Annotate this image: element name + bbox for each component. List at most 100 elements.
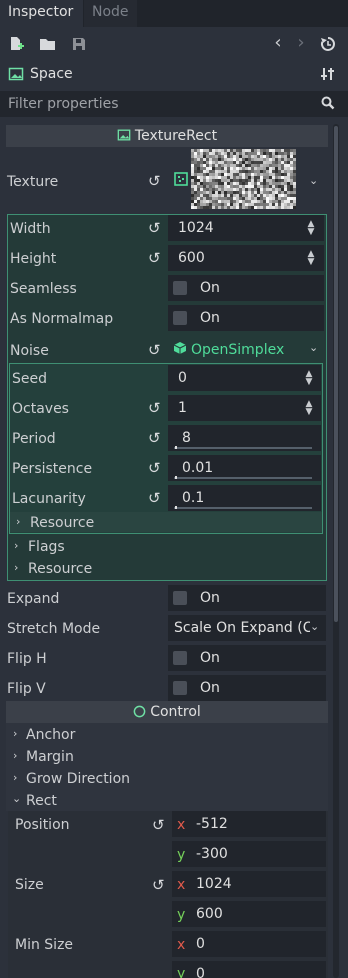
revert-persistence-icon[interactable]: ↺ bbox=[148, 459, 161, 477]
texture-label: Texture bbox=[7, 174, 59, 190]
octaves-spinbox[interactable]: 1 bbox=[168, 395, 321, 421]
octaves-value: 1 bbox=[178, 400, 187, 416]
period-slider-grabber[interactable] bbox=[175, 446, 177, 449]
object-history-icon[interactable] bbox=[320, 36, 340, 52]
revert-texture-icon[interactable]: ↺ bbox=[148, 172, 161, 190]
node-tools-icon[interactable] bbox=[320, 66, 336, 86]
node-name: Space bbox=[30, 66, 73, 82]
position-label: Position bbox=[15, 817, 70, 833]
period-value: 8 bbox=[182, 430, 191, 446]
seamless-value: On bbox=[200, 280, 220, 296]
margin-expand-icon[interactable]: › bbox=[13, 749, 17, 762]
flip-v-check-icon[interactable] bbox=[173, 681, 187, 695]
expand-checkbox[interactable]: On bbox=[168, 585, 326, 611]
lacunarity-slider-track[interactable] bbox=[174, 507, 312, 509]
inspector-scrollbar-thumb[interactable] bbox=[334, 126, 338, 622]
width-stepper-icon[interactable]: ▲ ▼ bbox=[305, 220, 317, 237]
margin-group[interactable]: Margin bbox=[26, 748, 74, 766]
octaves-label: Octaves bbox=[12, 401, 69, 417]
seamless-check-icon[interactable] bbox=[173, 281, 187, 295]
flip-h-check-icon[interactable] bbox=[173, 651, 187, 665]
stretch-mode-dropdown[interactable]: Scale On Expand (C bbox=[168, 615, 326, 641]
rect-group[interactable]: Rect bbox=[26, 792, 57, 810]
min-size-label: Min Size bbox=[15, 937, 74, 953]
grow-direction-group[interactable]: Grow Direction bbox=[26, 770, 130, 788]
min-size-x-field[interactable]: 0 bbox=[172, 931, 326, 957]
seed-spinbox[interactable]: 0 bbox=[168, 365, 321, 391]
size-x-field[interactable]: 1024 bbox=[172, 871, 326, 897]
history-back-icon[interactable]: ‹ bbox=[268, 34, 288, 52]
revert-height-icon[interactable]: ↺ bbox=[148, 249, 161, 267]
node-type-icon bbox=[8, 66, 24, 86]
save-icon[interactable] bbox=[71, 36, 91, 52]
persistence-slider-grabber[interactable] bbox=[175, 476, 177, 479]
noise-texture-icon bbox=[174, 172, 188, 190]
as-normalmap-check-icon[interactable] bbox=[173, 311, 187, 325]
tab-inspector[interactable]: Inspector bbox=[0, 0, 83, 27]
anchor-expand-icon[interactable]: › bbox=[13, 727, 17, 740]
persistence-value: 0.01 bbox=[182, 460, 214, 476]
section-texturerect[interactable]: TextureRect bbox=[6, 125, 328, 147]
section-control[interactable]: Control bbox=[6, 701, 328, 723]
rect-collapse-icon[interactable]: ⌄ bbox=[12, 792, 21, 805]
height-spinbox[interactable]: 600 bbox=[168, 245, 324, 271]
noise-resource-value[interactable]: OpenSimplex bbox=[191, 341, 284, 359]
flags-group[interactable]: Flags bbox=[28, 538, 65, 556]
flip-v-checkbox[interactable]: On bbox=[168, 675, 326, 701]
tab-node[interactable]: Node bbox=[84, 0, 137, 27]
size-x-value: 1024 bbox=[196, 876, 232, 892]
stretch-mode-value: Scale On Expand (C bbox=[174, 620, 313, 636]
revert-octaves-icon[interactable]: ↺ bbox=[148, 399, 161, 417]
size-y-field[interactable]: 600 bbox=[172, 901, 326, 927]
expand-check-icon[interactable] bbox=[173, 591, 187, 605]
revert-position-icon[interactable]: ↺ bbox=[152, 816, 165, 834]
revert-width-icon[interactable]: ↺ bbox=[148, 219, 161, 237]
revert-size-icon[interactable]: ↺ bbox=[152, 876, 165, 894]
search-icon bbox=[321, 96, 335, 114]
anchor-group[interactable]: Anchor bbox=[26, 726, 75, 744]
filter-properties-bar bbox=[0, 91, 348, 117]
revert-noise-icon[interactable]: ↺ bbox=[148, 341, 161, 359]
seed-stepper-icon[interactable]: ▲ ▼ bbox=[303, 370, 315, 387]
position-y-axis-label: y bbox=[177, 847, 186, 863]
noise-resource-expand-icon[interactable]: › bbox=[16, 515, 20, 528]
lacunarity-label: Lacunarity bbox=[12, 491, 86, 507]
resource-group[interactable]: Resource bbox=[28, 560, 92, 578]
position-y-field[interactable]: -300 bbox=[172, 841, 326, 867]
height-stepper-icon[interactable]: ▲ ▼ bbox=[305, 250, 317, 267]
min-size-y-axis-label: y bbox=[177, 966, 186, 978]
lacunarity-slider-grabber[interactable] bbox=[175, 506, 177, 509]
stretch-mode-dropdown-icon[interactable]: ⌄ bbox=[310, 620, 320, 633]
revert-period-icon[interactable]: ↺ bbox=[148, 429, 161, 447]
period-slider-track[interactable] bbox=[174, 447, 312, 449]
noise-dropdown-icon[interactable]: ⌄ bbox=[309, 341, 318, 354]
seamless-checkbox[interactable]: On bbox=[168, 275, 324, 301]
grow-direction-expand-icon[interactable]: › bbox=[13, 771, 17, 784]
filter-properties-input[interactable] bbox=[2, 91, 312, 117]
position-x-value: -512 bbox=[196, 816, 228, 832]
lacunarity-value: 0.1 bbox=[182, 490, 205, 506]
as-normalmap-value: On bbox=[200, 310, 220, 326]
size-label: Size bbox=[15, 877, 44, 893]
position-x-field[interactable]: -512 bbox=[172, 811, 326, 837]
flip-h-checkbox[interactable]: On bbox=[168, 645, 326, 671]
opensimplex-icon bbox=[173, 341, 187, 359]
resource-expand-icon[interactable]: › bbox=[14, 561, 18, 574]
flip-v-value: On bbox=[200, 680, 220, 696]
history-forward-icon[interactable]: › bbox=[291, 34, 311, 52]
as-normalmap-checkbox[interactable]: On bbox=[168, 305, 324, 331]
as-normalmap-label: As Normalmap bbox=[10, 311, 114, 327]
min-size-y-field[interactable]: 0 bbox=[172, 961, 326, 978]
open-folder-icon[interactable] bbox=[39, 36, 59, 52]
texture-dropdown-icon[interactable]: ⌄ bbox=[309, 174, 318, 187]
section-texturerect-title: TextureRect bbox=[134, 128, 218, 144]
octaves-stepper-icon[interactable]: ▲ ▼ bbox=[303, 400, 315, 417]
texture-preview[interactable] bbox=[191, 149, 296, 209]
min-size-x-axis-label: x bbox=[177, 937, 186, 953]
persistence-slider-track[interactable] bbox=[174, 477, 312, 479]
seamless-label: Seamless bbox=[10, 281, 77, 297]
new-resource-icon[interactable] bbox=[8, 36, 28, 52]
revert-lacunarity-icon[interactable]: ↺ bbox=[148, 489, 161, 507]
flags-expand-icon[interactable]: › bbox=[14, 539, 18, 552]
width-spinbox[interactable]: 1024 bbox=[168, 215, 324, 241]
